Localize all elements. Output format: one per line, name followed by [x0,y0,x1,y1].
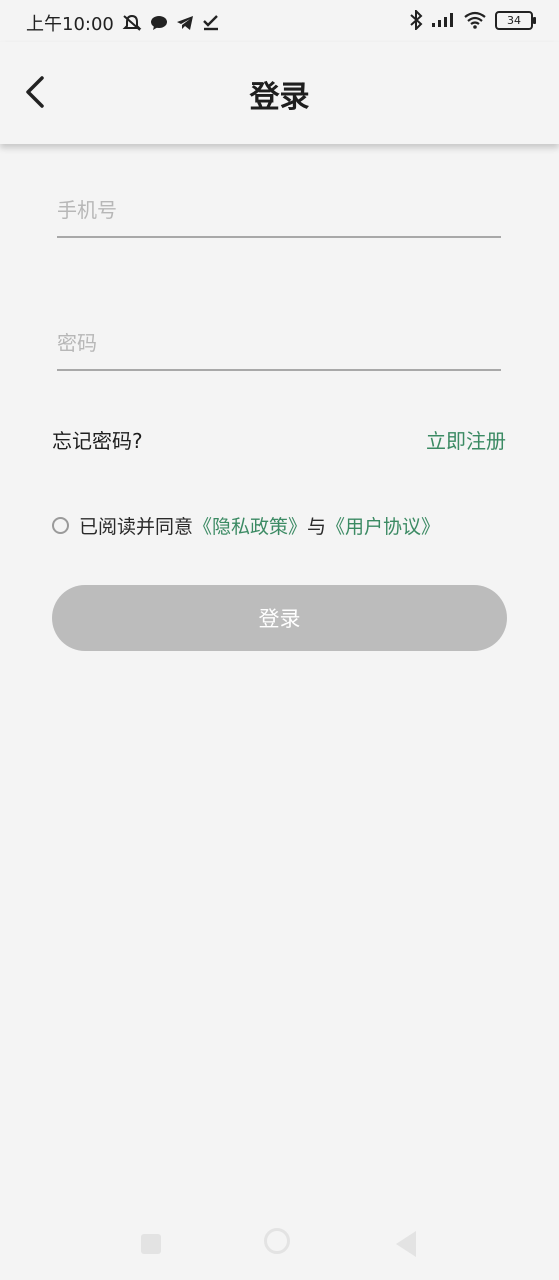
check-icon [203,15,218,31]
password-input[interactable] [57,319,501,367]
login-button[interactable]: 登录 [52,585,507,651]
status-right: 34 [409,10,536,30]
status-left: 上午10:00 [26,10,220,36]
agree-radio[interactable] [52,516,69,534]
register-link[interactable]: 立即注册 [426,425,506,454]
agreement-row: 已阅读并同意 《隐私政策》 与 《用户协议》 [52,510,440,540]
user-agreement-link[interactable]: 《用户协议》 [326,512,440,539]
password-field[interactable] [57,319,501,371]
agree-prefix: 已阅读并同意 [79,515,194,538]
bluetooth-icon [410,10,423,30]
phone-input[interactable] [57,186,501,234]
battery-icon: 34 [495,10,536,30]
and-text: 与 [307,515,327,538]
recent-apps-icon[interactable] [141,1234,161,1254]
page-title: 登录 [249,80,310,115]
status-bar: 上午10:00 34 [0,0,559,42]
privacy-policy-link[interactable]: 《隐私政策》 [193,512,307,539]
wifi-icon [464,11,486,29]
telegram-icon [176,16,193,30]
app-bar: 登录 [0,42,559,144]
phone-field[interactable] [57,186,501,238]
back-triangle-icon[interactable] [396,1231,416,1257]
mute-icon [122,14,142,31]
system-nav-bar [0,1212,559,1280]
battery-level: 34 [507,13,521,27]
chat-icon [150,16,167,30]
signal-icon [432,13,453,27]
forgot-password-link[interactable]: 忘记密码? [52,425,143,454]
status-time: 上午10:00 [26,14,114,35]
account-links: 忘记密码? 立即注册 [52,424,506,454]
home-icon[interactable] [264,1228,290,1254]
